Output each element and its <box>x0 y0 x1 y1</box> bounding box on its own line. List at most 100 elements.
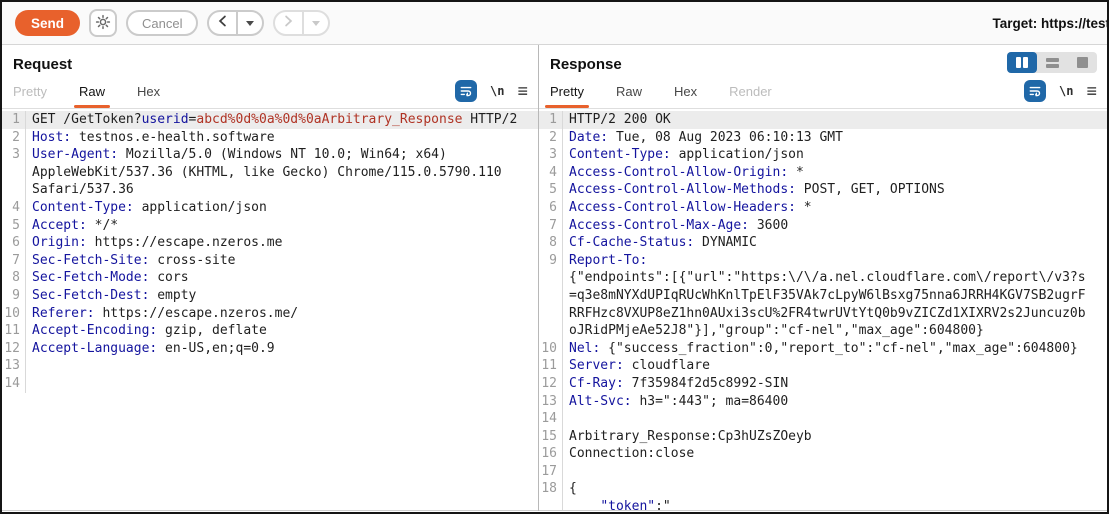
tab-raw[interactable]: Raw <box>616 84 642 108</box>
line-number: 15 <box>539 428 563 446</box>
line-number: 9 <box>539 252 563 270</box>
code-text: RRFHzc8VXUP8eZ1hn0AUxi3scU%2FR4twrUVtYtQ… <box>563 305 1086 323</box>
code-line[interactable]: 17 <box>539 463 1107 481</box>
line-number <box>539 322 563 340</box>
menu-icon[interactable]: ≡ <box>1086 84 1097 98</box>
code-text: Access-Control-Max-Age: 3600 <box>563 217 788 235</box>
code-text: Origin: https://escape.nzeros.me <box>26 234 282 252</box>
chevron-right-icon <box>283 14 294 32</box>
line-number: 10 <box>539 340 563 358</box>
code-line[interactable]: 12Cf-Ray: 7f35984f2d5c8992-SIN <box>539 375 1107 393</box>
line-number: 9 <box>2 287 26 305</box>
forward-dropdown-button <box>302 12 328 34</box>
code-text: Safari/537.36 <box>26 181 134 199</box>
code-line[interactable]: 9Sec-Fetch-Dest: empty <box>2 287 538 305</box>
line-number: 10 <box>2 305 26 323</box>
code-line[interactable]: 4Access-Control-Allow-Origin: * <box>539 164 1107 182</box>
code-line[interactable]: {"endpoints":[{"url":"https:\/\/a.nel.cl… <box>539 269 1107 287</box>
code-text: Alt-Svc: h3=":443"; ma=86400 <box>563 393 788 411</box>
word-wrap-icon[interactable] <box>1024 80 1046 102</box>
back-button[interactable] <box>209 12 236 34</box>
code-text: Sec-Fetch-Dest: empty <box>26 287 196 305</box>
code-line[interactable]: 2Date: Tue, 08 Aug 2023 06:10:13 GMT <box>539 129 1107 147</box>
code-line[interactable]: 6Access-Control-Allow-Headers: * <box>539 199 1107 217</box>
cancel-button[interactable]: Cancel <box>126 10 198 36</box>
back-dropdown-button[interactable] <box>236 12 262 34</box>
request-editor[interactable]: 1GET /GetToken?userid=abcd%0d%0a%0d%0aAr… <box>2 109 538 511</box>
newline-toggle-icon[interactable]: \n <box>490 84 504 98</box>
code-line[interactable]: 13Alt-Svc: h3=":443"; ma=86400 <box>539 393 1107 411</box>
single-layout-button[interactable] <box>1067 52 1097 73</box>
line-number: 12 <box>539 375 563 393</box>
code-line[interactable]: 10Referer: https://escape.nzeros.me/ <box>2 305 538 323</box>
response-editor[interactable]: 1HTTP/2 200 OK2Date: Tue, 08 Aug 2023 06… <box>539 109 1107 511</box>
line-number: 13 <box>2 357 26 375</box>
code-text: Access-Control-Allow-Origin: * <box>563 164 804 182</box>
line-number: 1 <box>539 111 563 129</box>
code-line[interactable]: 11Accept-Encoding: gzip, deflate <box>2 322 538 340</box>
code-line[interactable]: 14 <box>539 410 1107 428</box>
code-line[interactable]: 15Arbitrary_Response:Cp3hUZsZOeyb <box>539 428 1107 446</box>
columns-layout-button[interactable] <box>1007 52 1037 73</box>
code-line[interactable]: 1HTTP/2 200 OK <box>539 111 1107 129</box>
code-text <box>26 357 32 375</box>
line-number: 7 <box>539 217 563 235</box>
line-number: 17 <box>539 463 563 481</box>
code-line[interactable]: 2Host: testnos.e-health.software <box>2 129 538 147</box>
code-text: Referer: https://escape.nzeros.me/ <box>26 305 298 323</box>
word-wrap-icon[interactable] <box>455 80 477 102</box>
request-editor-icons: \n ≡ <box>455 80 528 108</box>
tab-pretty[interactable]: Pretty <box>550 84 584 108</box>
line-number: 5 <box>539 181 563 199</box>
code-text: Host: testnos.e-health.software <box>26 129 275 147</box>
code-line[interactable]: 9Report-To: <box>539 252 1107 270</box>
code-line[interactable]: "token":" <box>539 498 1107 511</box>
forward-button <box>275 12 302 34</box>
send-button[interactable]: Send <box>15 10 80 36</box>
code-line[interactable]: 13 <box>2 357 538 375</box>
rows-layout-button[interactable] <box>1037 52 1067 73</box>
code-line[interactable]: 8Sec-Fetch-Mode: cors <box>2 269 538 287</box>
code-line[interactable]: 16Connection:close <box>539 445 1107 463</box>
newline-toggle-icon[interactable]: \n <box>1059 84 1073 98</box>
code-line[interactable]: 4Content-Type: application/json <box>2 199 538 217</box>
code-line[interactable]: 8Cf-Cache-Status: DYNAMIC <box>539 234 1107 252</box>
tab-hex[interactable]: Hex <box>674 84 697 108</box>
code-text: Accept: */* <box>26 217 118 235</box>
layout-toggle-group <box>1007 52 1097 73</box>
code-line[interactable]: oJRidPMjeAe52J8"}],"group":"cf-nel","max… <box>539 322 1107 340</box>
code-line[interactable]: 3User-Agent: Mozilla/5.0 (Windows NT 10.… <box>2 146 538 164</box>
code-line[interactable]: 5Accept: */* <box>2 217 538 235</box>
response-title: Response <box>550 56 622 73</box>
code-text: { <box>563 480 577 498</box>
code-text: Arbitrary_Response:Cp3hUZsZOeyb <box>563 428 812 446</box>
tab-raw[interactable]: Raw <box>79 84 105 108</box>
code-text: AppleWebKit/537.36 (KHTML, like Gecko) C… <box>26 164 502 182</box>
code-line[interactable]: Safari/537.36 <box>2 181 538 199</box>
request-title: Request <box>13 56 72 73</box>
code-text: Sec-Fetch-Mode: cors <box>26 269 189 287</box>
code-line[interactable]: 18{ <box>539 480 1107 498</box>
line-number: 12 <box>2 340 26 358</box>
code-text: Cf-Cache-Status: DYNAMIC <box>563 234 757 252</box>
code-line[interactable]: RRFHzc8VXUP8eZ1hn0AUxi3scU%2FR4twrUVtYtQ… <box>539 305 1107 323</box>
code-line[interactable]: 12Accept-Language: en-US,en;q=0.9 <box>2 340 538 358</box>
code-line[interactable]: 6Origin: https://escape.nzeros.me <box>2 234 538 252</box>
code-line[interactable]: AppleWebKit/537.36 (KHTML, like Gecko) C… <box>2 164 538 182</box>
code-line[interactable]: 10Nel: {"success_fraction":0,"report_to"… <box>539 340 1107 358</box>
code-text: Connection:close <box>563 445 694 463</box>
code-line[interactable]: 7Access-Control-Max-Age: 3600 <box>539 217 1107 235</box>
tab-hex[interactable]: Hex <box>137 84 160 108</box>
code-line[interactable]: =q3e8mNYXdUPIqRUcWhKnlTpElF35VAk7cLpyW6l… <box>539 287 1107 305</box>
line-number: 13 <box>539 393 563 411</box>
code-line[interactable]: 3Content-Type: application/json <box>539 146 1107 164</box>
code-line[interactable]: 7Sec-Fetch-Site: cross-site <box>2 252 538 270</box>
code-line[interactable]: 11Server: cloudflare <box>539 357 1107 375</box>
menu-icon[interactable]: ≡ <box>517 84 528 98</box>
settings-button[interactable] <box>89 9 117 37</box>
code-line[interactable]: 1GET /GetToken?userid=abcd%0d%0a%0d%0aAr… <box>2 111 538 129</box>
code-text: =q3e8mNYXdUPIqRUcWhKnlTpElF35VAk7cLpyW6l… <box>563 287 1086 305</box>
code-line[interactable]: 14 <box>2 375 538 393</box>
gear-icon <box>95 14 111 33</box>
code-line[interactable]: 5Access-Control-Allow-Methods: POST, GET… <box>539 181 1107 199</box>
